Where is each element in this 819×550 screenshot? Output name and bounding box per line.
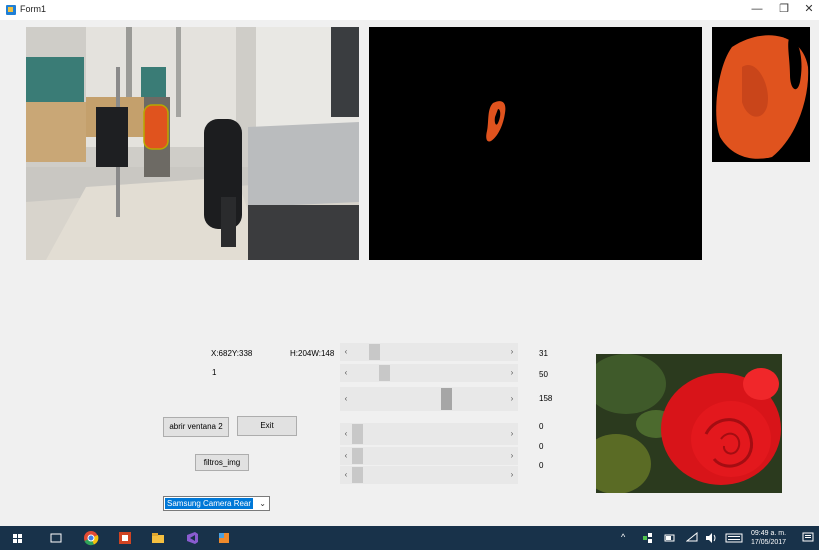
slider-thumb[interactable]	[440, 388, 452, 410]
slider-thumb[interactable]	[369, 344, 381, 360]
app-icon	[6, 5, 16, 15]
segmentation-mask-image	[369, 27, 702, 260]
slider-1[interactable]: ‹ ›	[340, 343, 518, 361]
scroll-left-icon[interactable]: ‹	[340, 447, 352, 465]
wifi-icon[interactable]	[685, 531, 698, 546]
tray-chevron-icon[interactable]: ^	[621, 532, 625, 542]
count-label: 1	[212, 368, 217, 377]
chrome-icon[interactable]	[83, 530, 99, 546]
slider-2-value: 50	[539, 370, 548, 379]
camera-select-value: Samsung Camera Rear	[165, 498, 254, 509]
exit-button[interactable]: Exit	[237, 416, 297, 436]
scroll-right-icon[interactable]: ›	[506, 423, 518, 445]
slider-2[interactable]: ‹ ›	[340, 364, 518, 382]
scroll-right-icon[interactable]: ›	[506, 387, 518, 411]
clock-date: 17/05/2017	[751, 539, 787, 546]
slider-thumb[interactable]	[352, 424, 363, 444]
slider-6-value: 0	[539, 461, 544, 470]
title-bar: Form1 — ❐ ✕	[0, 0, 819, 20]
file-explorer-icon[interactable]	[150, 530, 166, 546]
visual-studio-icon[interactable]	[184, 530, 200, 546]
coordinates-label: X:682Y:338	[211, 349, 253, 358]
size-label: H:204W:148	[290, 349, 335, 358]
keyboard-icon[interactable]	[725, 532, 743, 546]
camera-feed-image	[26, 27, 359, 260]
scroll-left-icon[interactable]: ‹	[340, 387, 352, 411]
minimize-button[interactable]: —	[745, 2, 769, 17]
scroll-right-icon[interactable]: ›	[506, 343, 518, 361]
slider-6[interactable]: ‹ ›	[340, 466, 518, 484]
filters-img-button[interactable]: filtros_img	[195, 454, 249, 471]
start-icon[interactable]	[10, 530, 26, 546]
scroll-right-icon[interactable]: ›	[506, 466, 518, 484]
slider-1-value: 31	[539, 349, 548, 358]
slider-thumb[interactable]	[352, 467, 363, 483]
chevron-down-icon[interactable]: ⌄	[259, 497, 266, 510]
network-icon[interactable]	[642, 532, 654, 546]
close-button[interactable]: ✕	[797, 2, 819, 17]
open-window-2-button[interactable]: abrir ventana 2	[163, 417, 229, 437]
scroll-left-icon[interactable]: ‹	[340, 423, 352, 445]
camera-select[interactable]: Samsung Camera Rear ⌄	[163, 496, 270, 511]
slider-4[interactable]: ‹ ›	[340, 423, 518, 445]
scroll-left-icon[interactable]: ‹	[340, 364, 352, 382]
slider-4-value: 0	[539, 422, 544, 431]
volume-icon[interactable]	[705, 532, 717, 546]
form-app-icon[interactable]	[216, 530, 232, 546]
scroll-right-icon[interactable]: ›	[506, 447, 518, 465]
taskbar: ^ 09:49 a. m. 17/05/2017	[0, 526, 819, 550]
slider-3[interactable]: ‹ ›	[340, 387, 518, 411]
scroll-right-icon[interactable]: ›	[506, 364, 518, 382]
slider-5[interactable]: ‹ ›	[340, 447, 518, 465]
battery-icon[interactable]	[664, 532, 676, 546]
task-view-icon[interactable]	[48, 530, 64, 546]
slider-3-value: 158	[539, 394, 553, 403]
clock-time: 09:49 a. m.	[751, 530, 787, 537]
restore-button[interactable]: ❐	[772, 2, 796, 17]
scroll-left-icon[interactable]: ‹	[340, 343, 352, 361]
powerpoint-icon[interactable]	[117, 530, 133, 546]
rose-image	[596, 354, 782, 493]
system-clock[interactable]: 09:49 a. m. 17/05/2017	[751, 529, 786, 547]
slider-thumb[interactable]	[352, 448, 363, 464]
window-title: Form1	[20, 4, 47, 14]
slider-thumb[interactable]	[379, 365, 391, 381]
slider-5-value: 0	[539, 442, 544, 451]
object-crop-image	[712, 27, 810, 162]
scroll-left-icon[interactable]: ‹	[340, 466, 352, 484]
notifications-icon[interactable]	[802, 532, 814, 546]
